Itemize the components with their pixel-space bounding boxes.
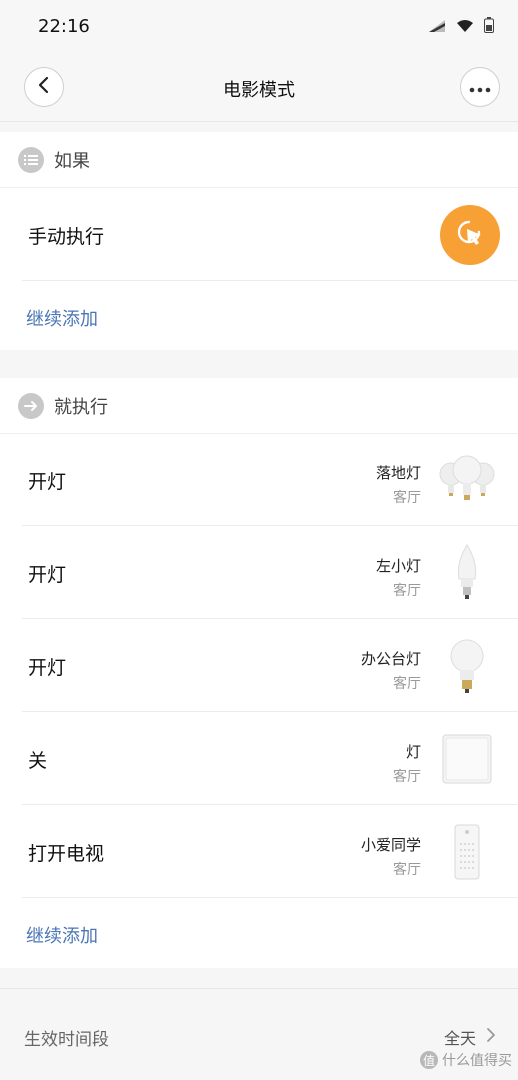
status-bar: 22:16: [0, 0, 518, 54]
action-label: 开灯: [28, 564, 67, 586]
manual-execute-button[interactable]: [440, 205, 500, 265]
device-name: 小爱同学: [360, 836, 421, 854]
battery-icon: [484, 17, 494, 37]
status-time: 22:16: [38, 16, 90, 37]
if-section: 如果 手动执行 继续添加: [0, 132, 518, 350]
device-room: 客厅: [393, 490, 421, 506]
action-label: 开灯: [28, 471, 67, 493]
status-icons: [428, 17, 494, 37]
action-row[interactable]: 开灯 落地灯 客厅: [0, 433, 518, 526]
if-add-more-link[interactable]: 继续添加: [26, 305, 98, 331]
if-section-label: 如果: [54, 150, 90, 172]
trigger-label: 手动执行: [28, 226, 105, 248]
then-section-header: 就执行: [0, 378, 518, 434]
action-row[interactable]: 打开电视 小爱同学 客厅: [0, 805, 518, 898]
watermark-text: 什么值得买: [442, 1053, 512, 1069]
bulb-image: [438, 636, 496, 696]
top-bar: 22:16 电影模式: [0, 0, 518, 122]
then-section: 就执行 开灯 落地灯 客厅 开灯 左小灯 客厅 开灯 办公台灯 客厅 关 灯 客…: [0, 378, 518, 968]
device-room: 客厅: [393, 769, 421, 785]
wall-switch-image: [438, 729, 496, 789]
signal-icon: [428, 18, 446, 37]
action-label: 打开电视: [28, 843, 105, 865]
action-row[interactable]: 开灯 左小灯 客厅: [0, 526, 518, 619]
action-row[interactable]: 开灯 办公台灯 客厅: [0, 619, 518, 712]
bulb-cluster-image: [438, 450, 496, 510]
watermark: 值 什么值得买: [420, 1050, 512, 1070]
more-dots-icon: [469, 78, 491, 97]
chevron-right-icon: [486, 1027, 496, 1047]
divider: [22, 897, 518, 898]
tap-cursor-icon: [455, 218, 485, 252]
device-room: 客厅: [393, 583, 421, 599]
arrow-right-icon: [18, 392, 44, 419]
then-add-more-link[interactable]: 继续添加: [26, 922, 98, 948]
action-label: 开灯: [28, 657, 67, 679]
candle-bulb-image: [438, 543, 496, 603]
effective-period-value: 全天: [443, 1029, 476, 1048]
manual-trigger-row[interactable]: 手动执行: [0, 188, 518, 281]
more-button[interactable]: [460, 67, 500, 107]
then-section-label: 就执行: [54, 396, 108, 418]
device-name: 办公台灯: [360, 650, 421, 668]
wifi-icon: [456, 18, 474, 37]
effective-period-label: 生效时间段: [24, 1030, 109, 1050]
if-section-header: 如果: [0, 132, 518, 188]
device-name: 灯: [405, 743, 421, 761]
action-row[interactable]: 关 灯 客厅: [0, 712, 518, 805]
divider: [22, 280, 518, 281]
device-room: 客厅: [393, 862, 421, 878]
device-name: 落地灯: [375, 464, 421, 482]
watermark-badge: 值: [420, 1051, 438, 1069]
device-room: 客厅: [393, 676, 421, 692]
page-title: 电影模式: [223, 80, 295, 101]
smart-speaker-image: [438, 822, 496, 882]
effective-period-row[interactable]: 生效时间段 全天 值 什么值得买: [0, 988, 518, 1080]
list-icon: [18, 146, 44, 173]
action-label: 关: [28, 750, 48, 772]
device-name: 左小灯: [375, 557, 421, 575]
